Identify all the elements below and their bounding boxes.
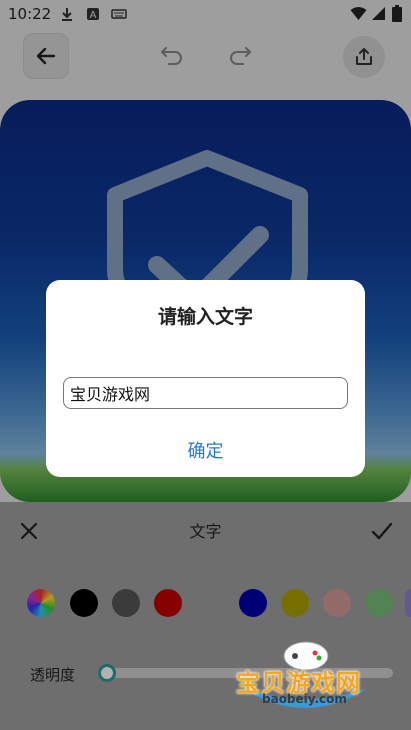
text-input[interactable] (63, 377, 348, 409)
color-swatch-red[interactable] (154, 589, 182, 617)
opacity-slider-thumb[interactable] (98, 664, 116, 682)
color-swatch-pink[interactable] (323, 589, 351, 617)
color-swatch-gray[interactable] (112, 589, 140, 617)
check-icon[interactable] (370, 520, 394, 542)
color-swatch-blue[interactable] (239, 589, 267, 617)
color-swatch-black[interactable] (70, 589, 98, 617)
dialog-title: 请输入文字 (157, 306, 253, 328)
color-swatch-green[interactable] (365, 589, 393, 617)
watermark-url: baobeiy.com (262, 692, 347, 706)
color-swatch-olive[interactable] (281, 589, 309, 617)
color-swatch-rainbow[interactable] (27, 589, 55, 617)
panel-title: 文字 (189, 522, 222, 541)
color-swatch-purple[interactable] (405, 589, 411, 617)
confirm-button[interactable]: 确定 (46, 437, 365, 463)
text-input-dialog: 请输入文字 确定 (46, 280, 365, 477)
opacity-label: 透明度 (30, 666, 76, 684)
